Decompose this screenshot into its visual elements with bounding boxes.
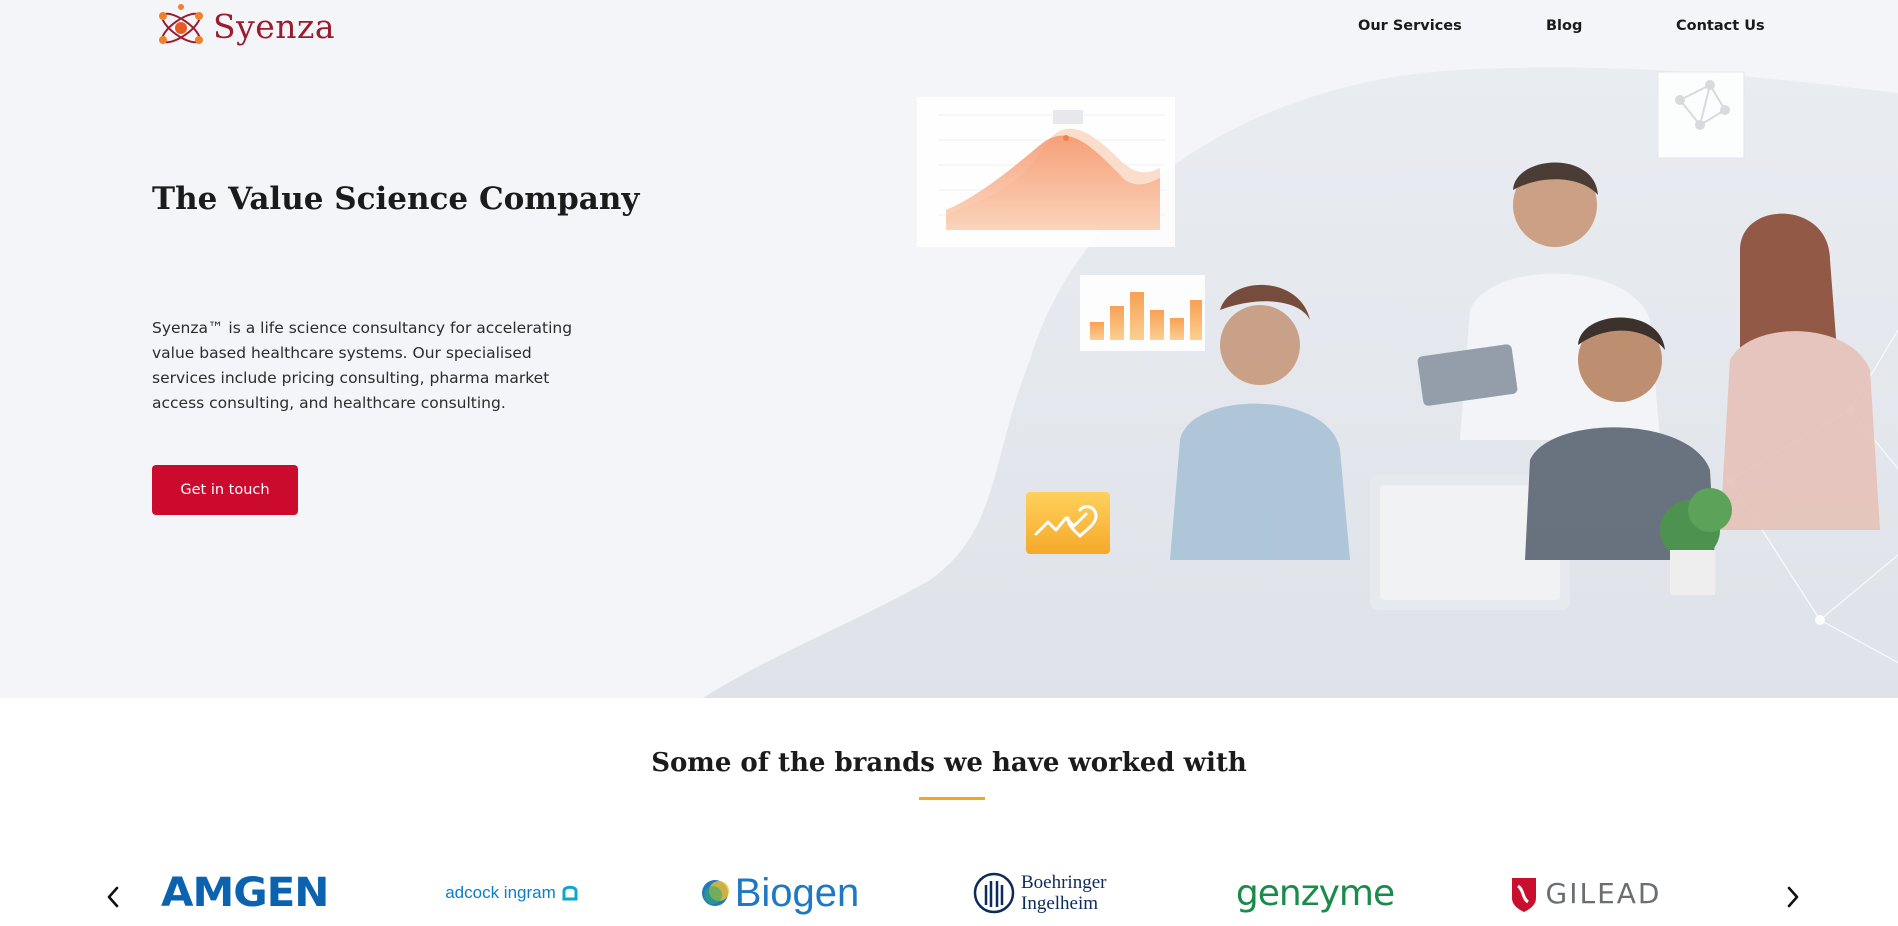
chevron-right-icon bbox=[1787, 886, 1799, 908]
brand-name: Boehringer Ingelheim bbox=[1021, 872, 1107, 914]
site-header: Syenza Our Services Blog Contact Us bbox=[0, 0, 1898, 56]
brand-name: adcock ingram bbox=[445, 883, 556, 902]
brand-name: GILEAD bbox=[1545, 876, 1662, 910]
brand-logo-gilead: GILEAD bbox=[1502, 868, 1667, 918]
carousel-prev-button[interactable] bbox=[100, 882, 126, 912]
biogen-mark-icon bbox=[701, 880, 729, 906]
brand-logo-amgen: AMGEN bbox=[161, 868, 329, 918]
brand-name: AMGEN bbox=[161, 870, 329, 916]
title-underline bbox=[919, 797, 985, 800]
nav-contact-us[interactable]: Contact Us bbox=[1676, 18, 1765, 34]
brand-name: Biogen bbox=[734, 870, 860, 915]
brand-logo-boehringer-ingelheim: Boehringer Ingelheim bbox=[972, 868, 1122, 918]
adcock-mark-icon bbox=[562, 885, 578, 901]
brand-logo-biogen: Biogen bbox=[700, 868, 860, 918]
carousel-next-button[interactable] bbox=[1780, 882, 1806, 912]
nav-our-services[interactable]: Our Services bbox=[1358, 18, 1462, 34]
heart-growth-icon bbox=[1026, 492, 1110, 554]
brand-name: genzyme bbox=[1235, 872, 1395, 914]
brands-title: Some of the brands we have worked with bbox=[651, 748, 1247, 778]
hero-description: Syenza™ is a life science consultancy fo… bbox=[152, 319, 573, 412]
nav-blog[interactable]: Blog bbox=[1546, 18, 1582, 34]
brand-logo-genzyme: genzyme bbox=[1235, 868, 1395, 918]
gilead-mark-icon bbox=[1511, 878, 1536, 912]
hero-illustration bbox=[703, 67, 1898, 698]
boehringer-mark-icon bbox=[973, 872, 1015, 914]
get-in-touch-button[interactable]: Get in touch bbox=[152, 465, 298, 515]
brand-logo-adcock-ingram: adcock ingram bbox=[440, 868, 585, 918]
chevron-left-icon bbox=[107, 886, 119, 908]
hero-title: The Value Science Company bbox=[152, 181, 640, 217]
main-nav: Our Services Blog Contact Us bbox=[0, 18, 1898, 38]
